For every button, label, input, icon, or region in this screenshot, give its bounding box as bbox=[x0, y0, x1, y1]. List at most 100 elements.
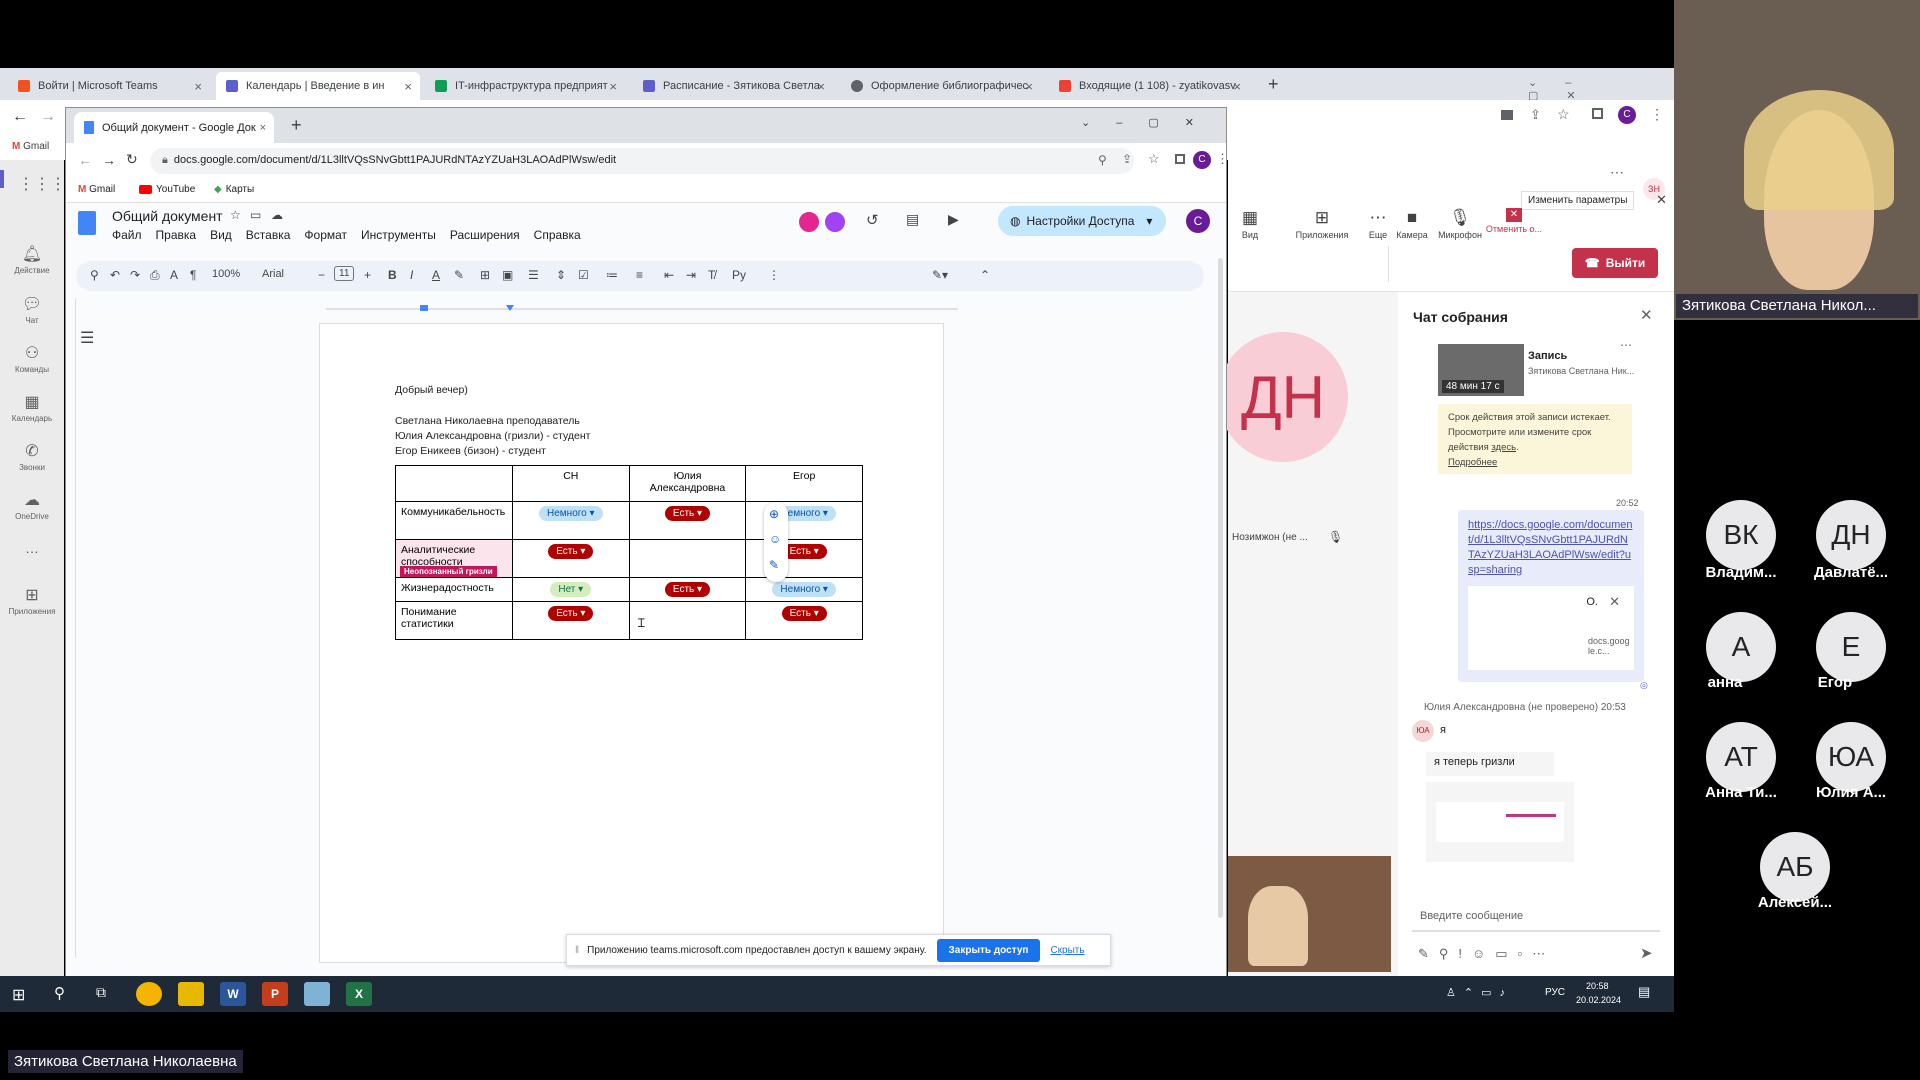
expire-link[interactable]: здесь bbox=[1491, 442, 1516, 453]
more-link[interactable]: Подробнее bbox=[1448, 457, 1497, 468]
camera-button[interactable]: ■ Камера bbox=[1390, 208, 1434, 240]
close-icon[interactable]: ✕ bbox=[1609, 594, 1620, 610]
comment-icon[interactable]: ▤ bbox=[906, 211, 919, 228]
status-chip[interactable]: Есть ▾ bbox=[548, 606, 594, 621]
camera-icon[interactable] bbox=[1501, 110, 1513, 120]
participant-avatar[interactable]: Е bbox=[1816, 612, 1886, 682]
share-icon[interactable]: ⇪ bbox=[1122, 152, 1132, 166]
profile-avatar[interactable]: C bbox=[1618, 106, 1636, 124]
hide-link[interactable]: Скрыть bbox=[1050, 945, 1084, 956]
clock-date[interactable]: 20.02.2024 bbox=[1576, 995, 1621, 1005]
share-icon[interactable]: ⇪ bbox=[1530, 107, 1541, 123]
bullet-list-icon[interactable]: ≔ bbox=[606, 268, 618, 282]
star-icon[interactable]: ☆ bbox=[1148, 151, 1160, 167]
collapse-icon[interactable]: ⌃ bbox=[980, 268, 990, 282]
shared-link[interactable]: https://docs.google.com/document/d/1L3ll… bbox=[1468, 518, 1634, 578]
empty-cell[interactable] bbox=[628, 601, 747, 640]
emoji-icon[interactable]: ☺ bbox=[769, 532, 781, 546]
rail-calls[interactable]: ✆ Звонки bbox=[0, 441, 64, 472]
rail-more[interactable]: … bbox=[0, 540, 64, 556]
italic-icon[interactable]: I bbox=[410, 268, 413, 282]
kebab-icon[interactable]: ⋮ bbox=[1216, 151, 1229, 167]
chevron-down-icon[interactable]: ▾ bbox=[1146, 214, 1152, 228]
close-icon[interactable]: × bbox=[609, 79, 617, 94]
participant-avatar[interactable]: ДН bbox=[1816, 500, 1886, 570]
view-button[interactable]: ▦ Вид bbox=[1228, 208, 1272, 240]
powerpoint-icon[interactable]: P bbox=[262, 982, 288, 1006]
rail-teams[interactable]: ⚇ Команды bbox=[0, 343, 64, 374]
stop-sharing-button[interactable]: Закрыть доступ bbox=[936, 938, 1041, 962]
rail-onedrive[interactable]: ☁ OneDrive bbox=[0, 490, 64, 521]
participant-avatar[interactable]: АБ bbox=[1760, 832, 1830, 902]
participant-avatar[interactable]: АТ bbox=[1706, 722, 1776, 792]
meet-icon[interactable]: ▶ bbox=[948, 211, 959, 228]
doc-title[interactable]: Общий документ bbox=[112, 208, 223, 224]
close-icon[interactable]: × bbox=[1025, 79, 1033, 94]
chrome-icon[interactable] bbox=[136, 982, 162, 1006]
close-icon[interactable]: × bbox=[1233, 79, 1241, 94]
sidepanel-icon[interactable] bbox=[1592, 108, 1603, 119]
folder-icon[interactable]: ▭ bbox=[250, 208, 261, 222]
tab-marker[interactable] bbox=[506, 305, 514, 311]
bookmark-youtube[interactable]: YouTube bbox=[139, 184, 195, 195]
bold-icon[interactable]: B bbox=[388, 268, 397, 282]
window-controls[interactable]: ⌄–▢✕ bbox=[1528, 76, 1674, 102]
account-avatar[interactable]: C bbox=[1186, 209, 1210, 233]
outer-tab-gmail[interactable]: Входящие (1 108) - zyatikovasv × bbox=[1049, 72, 1249, 100]
link-preview[interactable]: O. ✕ docs.google.c... bbox=[1468, 586, 1634, 670]
clear-format-icon[interactable]: T̸ bbox=[708, 268, 715, 282]
highlight-icon[interactable]: ✎ bbox=[454, 268, 464, 282]
collaborator-avatar[interactable] bbox=[823, 210, 847, 234]
tray-icons[interactable]: ♙⌃▭♪ bbox=[1446, 986, 1513, 999]
more-icon[interactable]: ⋮ bbox=[768, 268, 780, 282]
status-chip[interactable]: Немного ▾ bbox=[539, 506, 603, 521]
line-spacing-icon[interactable]: ⇕ bbox=[556, 268, 566, 282]
clock-time[interactable]: 20:58 bbox=[1586, 981, 1609, 991]
close-icon[interactable]: ✕ bbox=[1656, 192, 1667, 208]
leave-button[interactable]: ☎ Выйти bbox=[1572, 248, 1658, 278]
windows-start-icon[interactable]: ⊞ bbox=[12, 985, 25, 1005]
increase-size-icon[interactable]: + bbox=[364, 268, 371, 282]
menu-extensions[interactable]: Расширения bbox=[450, 228, 520, 242]
forward-icon[interactable]: → bbox=[40, 108, 56, 126]
indent-icon[interactable]: ⇥ bbox=[686, 268, 696, 282]
menu-insert[interactable]: Вставка bbox=[246, 228, 291, 242]
apps-button[interactable]: ⊞ Приложения bbox=[1292, 208, 1352, 240]
checklist-icon[interactable]: ☑ bbox=[578, 268, 589, 282]
image-message[interactable] bbox=[1426, 782, 1574, 862]
spellcheck-icon[interactable]: A bbox=[170, 268, 178, 282]
close-icon[interactable]: ✕ bbox=[1640, 306, 1653, 324]
docs-logo-icon[interactable] bbox=[78, 211, 96, 235]
decrease-size-icon[interactable]: − bbox=[318, 268, 325, 282]
more-icon[interactable]: ⋯ bbox=[1620, 338, 1632, 352]
close-icon[interactable]: × bbox=[194, 79, 202, 94]
participant-avatar[interactable]: ЮА bbox=[1816, 722, 1886, 792]
message-input[interactable]: Введите сообщение bbox=[1412, 902, 1660, 932]
new-tab-icon[interactable]: + bbox=[291, 115, 302, 136]
profile-avatar[interactable]: C bbox=[1193, 151, 1211, 169]
rail-apps[interactable]: ⊞ Приложения bbox=[0, 585, 64, 616]
kebab-icon[interactable]: ⋮ bbox=[1650, 106, 1664, 123]
notification-icon[interactable]: ▤ bbox=[1638, 984, 1650, 1000]
font-select[interactable]: Arial bbox=[262, 268, 284, 280]
outer-tab-it-infra[interactable]: IT-инфраструктура предприят × bbox=[425, 72, 625, 100]
menu-view[interactable]: Вид bbox=[210, 228, 232, 242]
undo-icon[interactable]: ↶ bbox=[110, 268, 120, 282]
forward-icon[interactable]: → bbox=[102, 152, 116, 168]
menu-edit[interactable]: Правка bbox=[156, 228, 197, 242]
status-chip[interactable]: Нет ▾ bbox=[550, 582, 592, 597]
text-color-icon[interactable]: A bbox=[432, 268, 440, 282]
font-size-input[interactable]: 11 bbox=[334, 266, 355, 281]
gmail-bookmark[interactable]: M Gmail bbox=[12, 141, 49, 152]
bookmark-gmail[interactable]: M Gmail bbox=[78, 184, 115, 195]
bookmark-maps[interactable]: ◆ Карты bbox=[214, 184, 254, 195]
menu-format[interactable]: Формат bbox=[304, 228, 347, 242]
grid-icon[interactable]: ⋮⋮⋮ bbox=[18, 174, 66, 194]
paint-format-icon[interactable]: ¶ bbox=[190, 268, 196, 282]
reload-icon[interactable]: ↻ bbox=[126, 151, 138, 168]
search-icon[interactable]: ⚲ bbox=[54, 984, 65, 1002]
status-chip[interactable]: Немного ▾ bbox=[772, 582, 836, 597]
task-view-icon[interactable]: ⧉ bbox=[96, 984, 106, 1001]
star-icon[interactable]: ☆ bbox=[1557, 106, 1570, 123]
participant-avatar[interactable]: ВК bbox=[1706, 500, 1776, 570]
